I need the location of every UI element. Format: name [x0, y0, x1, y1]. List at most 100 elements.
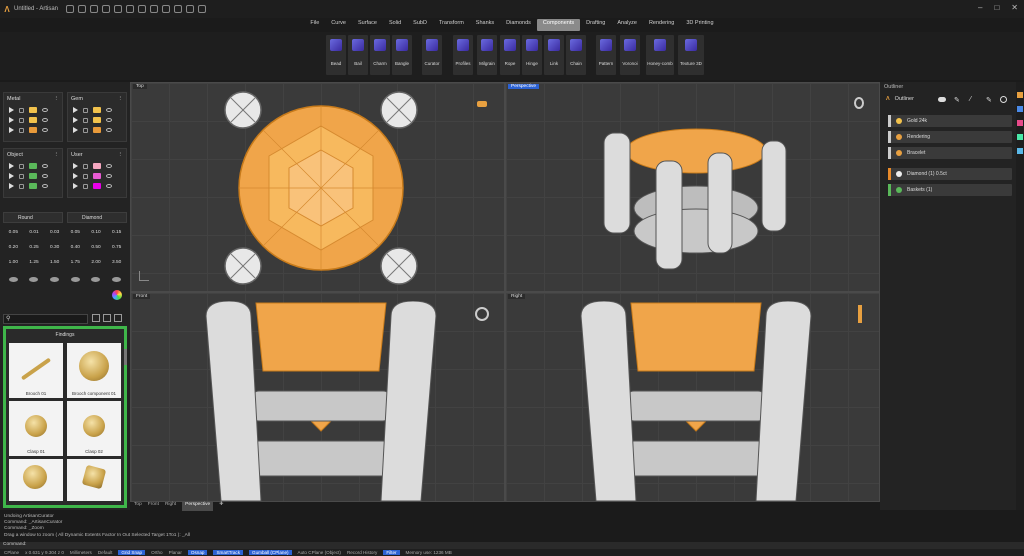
user-row[interactable]: [68, 181, 126, 191]
osnap-toggle[interactable]: Osnap: [187, 550, 208, 555]
cut-icon[interactable]: [138, 5, 147, 13]
auto-cplane-toggle[interactable]: Auto CPlane (Object): [298, 550, 341, 555]
layer-label[interactable]: Default: [98, 550, 113, 555]
viewport-front[interactable]: Front: [130, 292, 505, 502]
tab-curve[interactable]: Curve: [325, 19, 352, 31]
eye-icon[interactable]: [42, 174, 48, 178]
eye-icon[interactable]: [42, 118, 48, 122]
pen-icon[interactable]: ✎: [954, 96, 960, 104]
user-menu-icon[interactable]: ⋮: [118, 152, 124, 158]
top-view-orientation-icon[interactable]: [477, 101, 487, 107]
color-swatch[interactable]: [93, 127, 101, 133]
play-icon[interactable]: [73, 117, 78, 123]
color-swatch[interactable]: [93, 163, 101, 169]
ring-view-icon[interactable]: [854, 97, 864, 109]
lock-icon[interactable]: [83, 173, 88, 179]
user-row[interactable]: [68, 171, 126, 181]
texture-3d-button[interactable]: Texture 3D: [678, 35, 704, 75]
grid-snap-toggle[interactable]: Grid Snap: [118, 550, 146, 555]
layer-item-diamond[interactable]: Diamond (1) 0.5ct: [888, 168, 1012, 180]
outliner-item-bracelet[interactable]: Bracelet: [888, 147, 1012, 159]
tab-transform[interactable]: Transform: [433, 19, 470, 31]
viewport-perspective[interactable]: Perspective: [505, 82, 880, 292]
tab-subd[interactable]: SubD: [407, 19, 433, 31]
viewport-tab-top[interactable]: Top: [134, 502, 142, 511]
maximize-icon[interactable]: □: [994, 3, 999, 12]
library-card-brooch-component-01[interactable]: Brooch component 01: [67, 343, 121, 398]
color-swatch[interactable]: [29, 107, 37, 113]
gem-menu-icon[interactable]: ⋮: [118, 96, 124, 102]
viewport-label-front[interactable]: Front: [133, 294, 151, 299]
ring-side-icon[interactable]: [858, 305, 862, 323]
eyedropper-icon[interactable]: ⁄: [970, 96, 971, 103]
gem-row[interactable]: [68, 125, 126, 135]
ring-front-icon[interactable]: [475, 307, 489, 321]
gumball-toggle[interactable]: Gumball (CPlane): [249, 550, 292, 555]
add-viewport-icon[interactable]: ✚: [219, 502, 223, 511]
outliner-item-rendering[interactable]: Rendering: [888, 131, 1012, 143]
gem-row[interactable]: [68, 115, 126, 125]
tool-icon[interactable]: [1017, 134, 1023, 140]
copy-icon[interactable]: [150, 5, 159, 13]
play-icon[interactable]: [9, 127, 14, 133]
size-button[interactable]: 0.40: [65, 245, 86, 250]
eye-icon[interactable]: [106, 164, 112, 168]
color-wheel-icon[interactable]: [112, 290, 122, 300]
size-button[interactable]: 1.25: [24, 260, 45, 265]
color-swatch[interactable]: [29, 127, 37, 133]
metal-row[interactable]: [4, 105, 62, 115]
viewport-label-perspective[interactable]: Perspective: [508, 84, 540, 89]
print-icon[interactable]: [102, 5, 111, 13]
tab-surface[interactable]: Surface: [352, 19, 383, 31]
toggle-icon[interactable]: [938, 97, 946, 102]
object-row[interactable]: [4, 171, 62, 181]
tool-icon[interactable]: [1017, 92, 1023, 98]
size-button[interactable]: 0.05: [65, 230, 86, 235]
play-icon[interactable]: [73, 173, 78, 179]
play-icon[interactable]: [9, 173, 14, 179]
size-button[interactable]: 0.50: [86, 245, 107, 250]
circle-icon[interactable]: [1000, 96, 1007, 103]
viewport-label-top[interactable]: Top: [133, 84, 147, 89]
play-icon[interactable]: [73, 183, 78, 189]
color-swatch[interactable]: [93, 107, 101, 113]
size-button[interactable]: 0.05: [3, 230, 24, 235]
library-card-clasp-02[interactable]: Clasp 02: [67, 401, 121, 456]
bangle-button[interactable]: Bangle: [392, 35, 412, 75]
viewport-right[interactable]: Right: [505, 292, 880, 502]
size-button[interactable]: 0.03: [44, 230, 65, 235]
eye-icon[interactable]: [42, 108, 48, 112]
minimize-icon[interactable]: –: [978, 3, 982, 12]
viewport-tab-perspective[interactable]: Perspective: [182, 502, 214, 511]
save-icon[interactable]: [90, 5, 99, 13]
eye-icon[interactable]: [42, 128, 48, 132]
new-icon[interactable]: [66, 5, 75, 13]
outliner-item-gold[interactable]: Gold 24k: [888, 115, 1012, 127]
lock-icon[interactable]: [83, 127, 88, 133]
ortho-toggle[interactable]: Ortho: [151, 550, 163, 555]
size-button[interactable]: 0.01: [24, 230, 45, 235]
close-icon[interactable]: ✕: [1011, 3, 1018, 12]
library-card-brooch-01[interactable]: Brooch 01: [9, 343, 63, 398]
rope-button[interactable]: Rope: [500, 35, 520, 75]
eye-icon[interactable]: [106, 108, 112, 112]
size-button[interactable]: 0.30: [44, 245, 65, 250]
gem-shape-icon[interactable]: [29, 277, 39, 282]
redo-icon[interactable]: [126, 5, 135, 13]
library-scrollbar[interactable]: [124, 349, 127, 365]
eye-icon[interactable]: [106, 118, 112, 122]
curator-button[interactable]: Curator: [422, 35, 442, 75]
tab-3d-printing[interactable]: 3D Printing: [680, 19, 719, 31]
cut-select[interactable]: Round: [3, 212, 63, 223]
lock-icon[interactable]: [19, 127, 24, 133]
chain-button[interactable]: Chain: [566, 35, 586, 75]
eye-icon[interactable]: [106, 174, 112, 178]
play-icon[interactable]: [9, 117, 14, 123]
edit-icon[interactable]: ✎: [986, 96, 992, 104]
tab-file[interactable]: File: [304, 19, 325, 31]
lock-icon[interactable]: [19, 183, 24, 189]
eye-icon[interactable]: [106, 128, 112, 132]
folder-icon[interactable]: [92, 314, 100, 322]
lock-icon[interactable]: [83, 163, 88, 169]
record-history-toggle[interactable]: Record History: [347, 550, 377, 555]
